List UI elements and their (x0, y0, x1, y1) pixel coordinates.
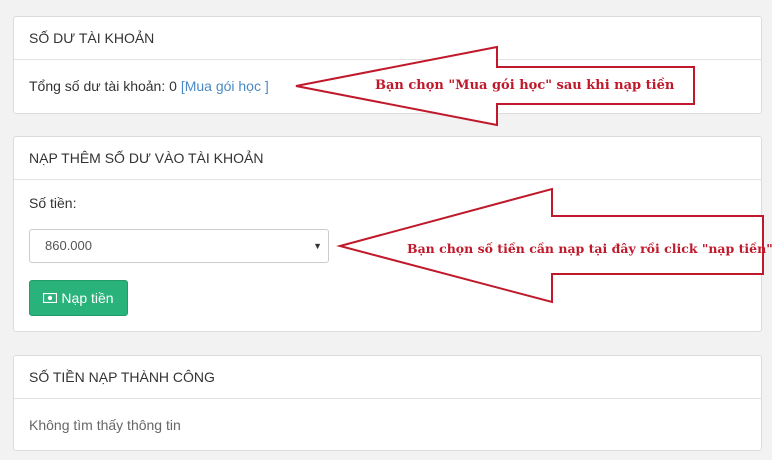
topup-panel-title: NẠP THÊM SỐ DƯ VÀO TÀI KHOẢN (14, 137, 761, 180)
history-empty-text: Không tìm thấy thông tin (29, 417, 181, 433)
topup-submit-label: Nạp tiền (61, 290, 114, 306)
amount-label: Số tiền: (29, 195, 77, 211)
total-balance-label: Tổng số dư tài khoản: (29, 78, 166, 94)
history-panel-title: SỐ TIỀN NẠP THÀNH CÔNG (14, 356, 761, 399)
balance-panel: SỐ DƯ TÀI KHOẢN Tổng số dư tài khoản: 0 … (13, 16, 762, 114)
amount-select[interactable]: 860.000 ▼ (29, 229, 329, 263)
topup-panel: NẠP THÊM SỐ DƯ VÀO TÀI KHOẢN Số tiền: 86… (13, 136, 762, 332)
money-bill-icon (43, 293, 58, 303)
total-balance-value: 0 (169, 78, 177, 94)
annotation-text-1: Bạn chọn "Mua gói học" sau khi nạp tiền (375, 78, 675, 93)
topup-submit-button[interactable]: Nạp tiền (29, 280, 128, 316)
annotation-text-2: Bạn chọn số tiền cần nạp tại đây rồi cli… (407, 241, 772, 256)
amount-selected-value: 860.000 (45, 238, 92, 253)
history-panel: SỐ TIỀN NẠP THÀNH CÔNG Không tìm thấy th… (13, 355, 762, 451)
dropdown-caret-icon: ▼ (313, 241, 322, 251)
buy-link-close-bracket: ] (264, 78, 269, 94)
buy-package-link[interactable]: Mua gói học (185, 78, 261, 94)
balance-panel-title: SỐ DƯ TÀI KHOẢN (14, 17, 761, 60)
